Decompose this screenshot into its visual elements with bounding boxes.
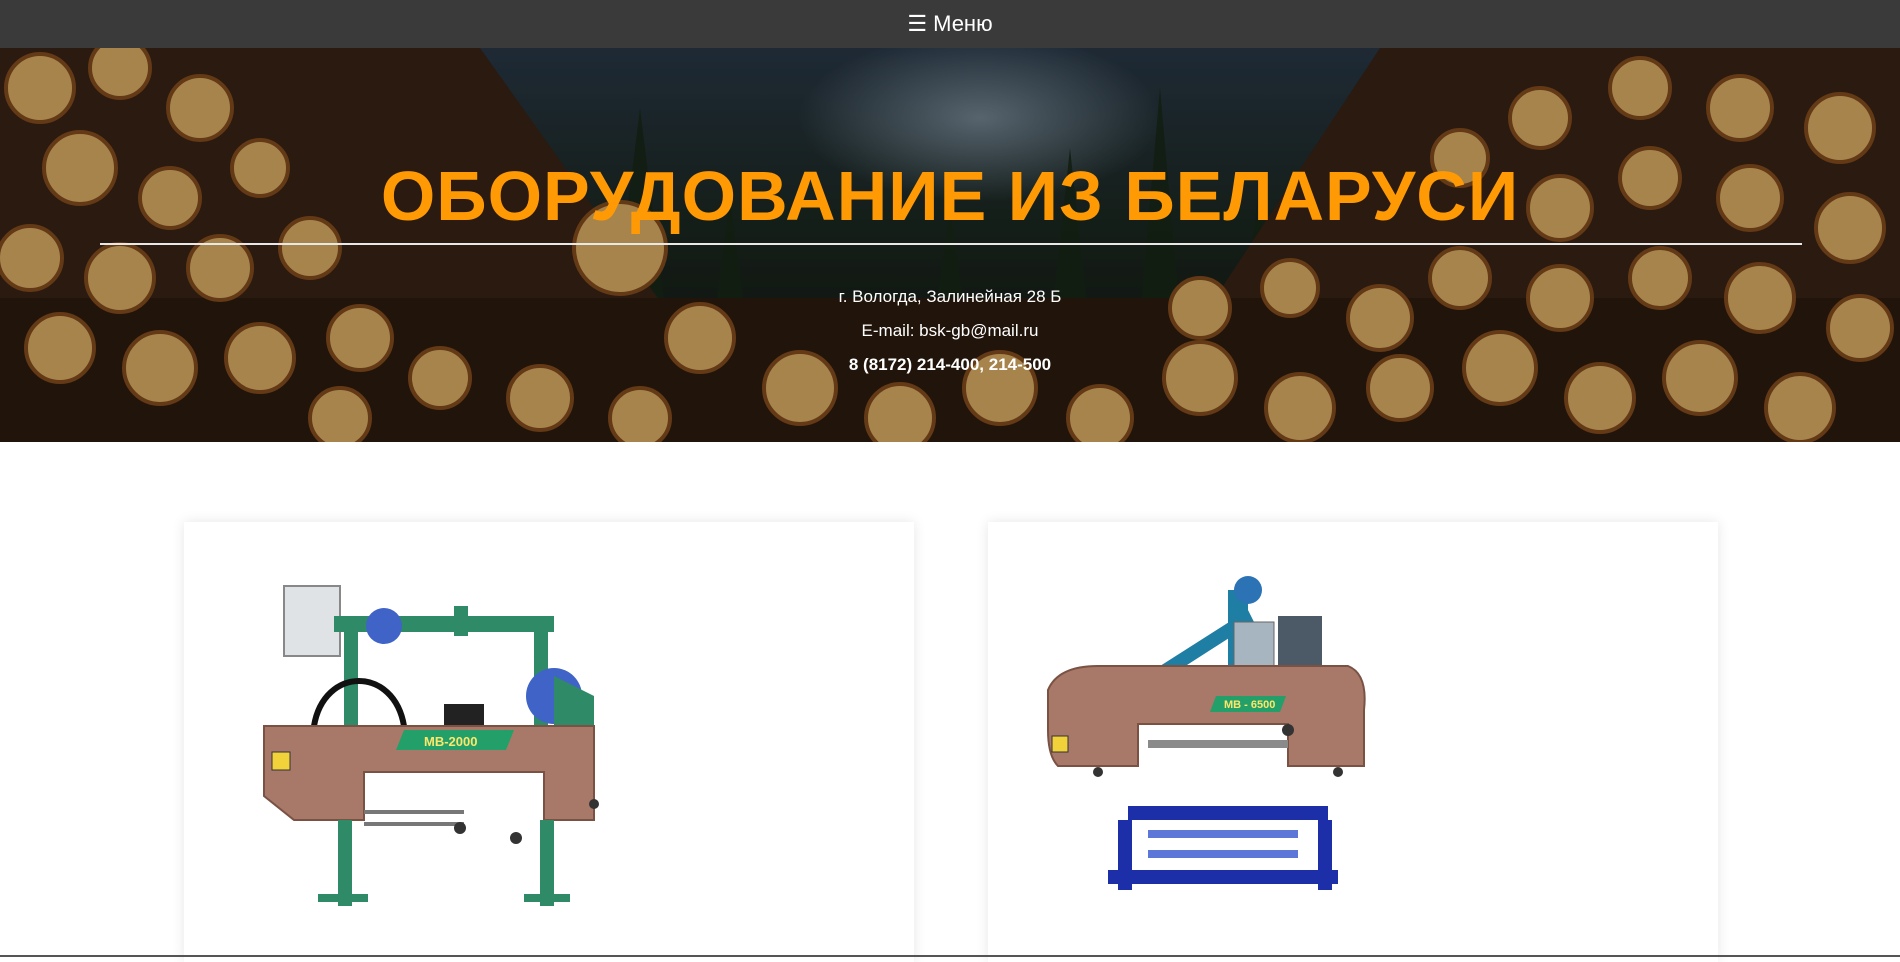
hamburger-icon: ☰ [907, 11, 928, 36]
sawmill-image[interactable]: МВ-2000 [254, 576, 654, 916]
hero-banner: ОБОРУДОВАНИЕ ИЗ БЕЛАРУСИ г. Вологда, Зал… [0, 48, 1900, 442]
product-card[interactable]: МВ - 6500 [988, 522, 1718, 962]
address-text: г. Вологда, Залинейная 28 Б [838, 287, 1062, 306]
sawmill-image[interactable]: МВ - 6500 [1038, 570, 1418, 910]
top-nav-bar: ☰ Меню [0, 0, 1900, 48]
hero-dark-overlay [0, 48, 1900, 442]
hero-divider [100, 243, 1802, 245]
model-badge: МВ-2000 [424, 734, 477, 749]
email-text[interactable]: E-mail: bsk-gb@mail.ru [0, 321, 1900, 341]
menu-button[interactable]: ☰ Меню [907, 11, 992, 37]
phone-text[interactable]: 8 (8172) 214-400, 214-500 [0, 355, 1900, 375]
product-card[interactable]: МВ-2000 [184, 522, 914, 962]
menu-label: Меню [933, 11, 993, 36]
model-badge: МВ - 6500 [1224, 699, 1275, 711]
hero-title: ОБОРУДОВАНИЕ ИЗ БЕЛАРУСИ [380, 157, 1520, 235]
